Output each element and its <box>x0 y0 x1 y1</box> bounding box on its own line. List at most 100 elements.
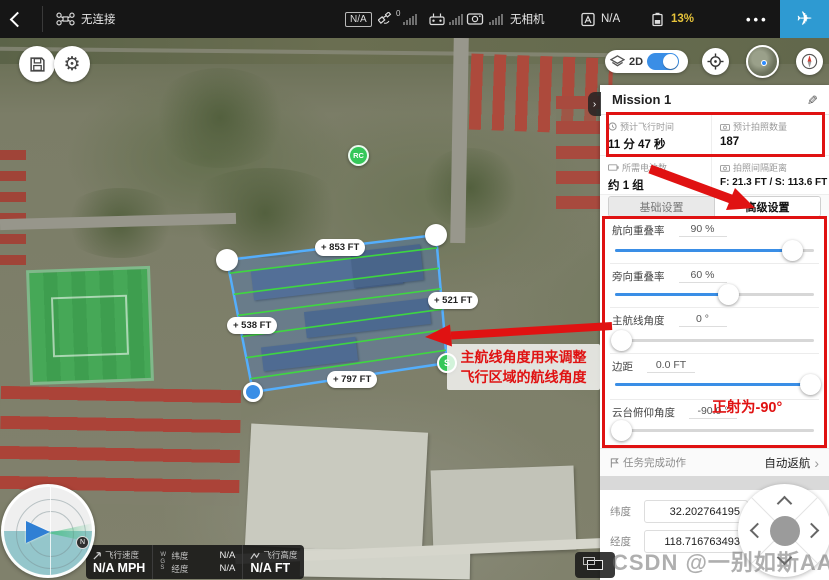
slider-handle[interactable] <box>800 374 821 395</box>
stat-photo-interval: 拍照间隔距离 F: 21.3 FT / S: 113.6 FT <box>712 156 829 195</box>
frontal-overlap-group: 航向重叠率90 % <box>600 221 829 239</box>
map-2d-toggle[interactable]: 2D <box>605 50 688 73</box>
route-angle-value[interactable]: 0 ° <box>679 313 727 327</box>
latitude-label: 纬度 <box>610 504 636 519</box>
map-type-button[interactable] <box>575 552 615 578</box>
compass-needle-icon <box>801 53 818 70</box>
side-overlap-group: 旁向重叠率60 % <box>600 267 829 285</box>
nudge-up-icon[interactable] <box>777 496 793 512</box>
attitude-compass-widget <box>1 484 95 578</box>
position-nudge-dpad[interactable] <box>738 484 829 577</box>
edge-length-right: + 521 FT <box>428 292 478 309</box>
clock-icon <box>608 122 617 131</box>
tab-advanced-settings[interactable]: 高级设置 <box>714 197 820 216</box>
drone-icon <box>56 12 75 26</box>
tab-basic-settings[interactable]: 基础设置 <box>609 197 714 216</box>
aircraft-status[interactable]: 无连接 <box>56 0 116 38</box>
back-chevron-icon <box>10 11 26 27</box>
mission-title: Mission 1 <box>612 92 806 107</box>
app-screen: + 853 FT + 521 FT + 538 FT + 797 FT S RC… <box>0 0 829 580</box>
camera-icon <box>720 164 730 172</box>
map-sports-field-lines <box>51 295 129 358</box>
edge-length-top: + 853 FT <box>315 239 365 256</box>
save-icon <box>29 56 46 73</box>
view-mode-label: 2D <box>629 56 643 68</box>
settings-tabs: 基础设置 高级设置 <box>608 196 821 217</box>
gimbal-pitch-group: 云台俯仰角度-90.0 ° <box>600 403 829 421</box>
route-angle-slider[interactable] <box>615 339 814 342</box>
finish-action-value: 自动返航 <box>764 455 810 471</box>
nudge-center-button[interactable] <box>770 516 800 546</box>
layers-icon <box>610 55 625 68</box>
battery-icon <box>608 164 619 171</box>
gimbal-pitch-value[interactable]: -90.0 ° <box>689 405 737 419</box>
start-point-marker[interactable]: S <box>437 353 457 373</box>
side-overlap-value[interactable]: 60 % <box>679 269 727 283</box>
edit-mission-icon[interactable]: ✎ <box>804 94 820 105</box>
connection-status: 无连接 <box>81 11 116 27</box>
map-building-in-area <box>304 298 431 338</box>
polygon-corner-handle[interactable] <box>216 249 238 271</box>
compass-reset-button[interactable] <box>796 48 823 75</box>
flight-speed-section: 飞行速度 N/A MPH <box>86 545 153 579</box>
flight-altitude-section: 飞行高度 N/A FT <box>243 545 304 579</box>
flight-mode-icon <box>580 12 596 27</box>
margin-value[interactable]: 0.0 FT <box>647 359 695 373</box>
battery-icon <box>650 12 667 27</box>
minimap-preview[interactable] <box>746 45 779 78</box>
advanced-settings-section: 航向重叠率90 % 旁向重叠率60 % 主航线角度0 ° 边距0.0 FT 云台… <box>600 217 829 448</box>
nudge-left-icon[interactable] <box>750 523 766 539</box>
divider <box>42 6 43 32</box>
side-overlap-slider[interactable] <box>615 293 814 296</box>
camera-icon <box>720 123 730 131</box>
2d-toggle-switch[interactable] <box>647 53 679 70</box>
panel-collapse-handle[interactable]: › <box>588 92 601 116</box>
slider-handle[interactable] <box>611 330 632 351</box>
stat-photo-count: 预计拍照数量 187 <box>712 115 829 156</box>
more-menu-button[interactable]: ••• <box>746 0 769 38</box>
frontal-overlap-slider[interactable] <box>615 249 814 252</box>
altitude-icon <box>250 551 260 560</box>
longitude-field[interactable]: 118.716763493 <box>644 530 748 553</box>
compass-north-badge: N <box>76 536 89 549</box>
nudge-down-icon[interactable] <box>777 550 793 566</box>
polygon-corner-handle[interactable] <box>425 224 447 246</box>
mode-badge: N/A <box>345 0 372 38</box>
margin-slider[interactable] <box>615 383 814 386</box>
latitude-field[interactable]: 32.202764195 <box>644 500 748 523</box>
mission-settings-button[interactable]: ⚙ <box>54 46 90 82</box>
nudge-right-icon[interactable] <box>804 523 820 539</box>
stat-flight-time: 预计飞行时间 11 分 47 秒 <box>600 115 712 156</box>
more-dots-icon: ••• <box>746 12 769 27</box>
camera-status: 无相机 <box>510 11 545 27</box>
polygon-corner-handle-selected[interactable] <box>243 382 263 402</box>
telemetry-bar: 飞行速度 N/A MPH WGS 纬度N/A 经度N/A 飞行高度 N/A FT <box>86 545 304 579</box>
battery-status[interactable]: 13% <box>650 0 694 38</box>
airplane-icon: ✈ <box>797 8 813 31</box>
slider-handle[interactable] <box>782 240 803 261</box>
gimbal-pitch-slider[interactable] <box>615 429 814 432</box>
frontal-overlap-value[interactable]: 90 % <box>679 223 727 237</box>
slider-handle[interactable] <box>611 420 632 441</box>
camera-signal-bars <box>489 14 503 25</box>
camera-transmission-icon <box>466 12 484 26</box>
camera-signal-status[interactable]: 无相机 <box>466 0 545 38</box>
rc-signal-status[interactable] <box>428 0 463 38</box>
takeoff-button[interactable]: ✈ <box>780 0 829 38</box>
stat-batteries-needed: 所需电池数 约 1 组 <box>600 156 712 195</box>
minimap-position-dot <box>761 60 767 66</box>
locate-me-button[interactable] <box>702 48 729 75</box>
slider-handle[interactable] <box>718 284 739 305</box>
top-status-bar: 无连接 N/A 0 无相机 N/A 13% ••• ✈ <box>0 0 829 38</box>
back-button[interactable] <box>12 0 23 38</box>
gear-icon: ⚙ <box>63 53 80 76</box>
gps-status[interactable]: 0 <box>378 0 417 38</box>
route-angle-group: 主航线角度0 ° <box>600 311 829 329</box>
speed-arrow-icon <box>93 551 102 560</box>
map-red-roofs-left <box>0 150 26 270</box>
finish-action-row[interactable]: 任务完成动作 自动返航 › <box>600 448 829 476</box>
flight-mode-status[interactable]: N/A <box>580 0 620 38</box>
save-mission-button[interactable] <box>19 46 55 82</box>
map-trees <box>150 68 290 168</box>
mission-stats: 预计飞行时间 11 分 47 秒 预计拍照数量 187 所需电池数 约 1 组 … <box>600 115 829 195</box>
